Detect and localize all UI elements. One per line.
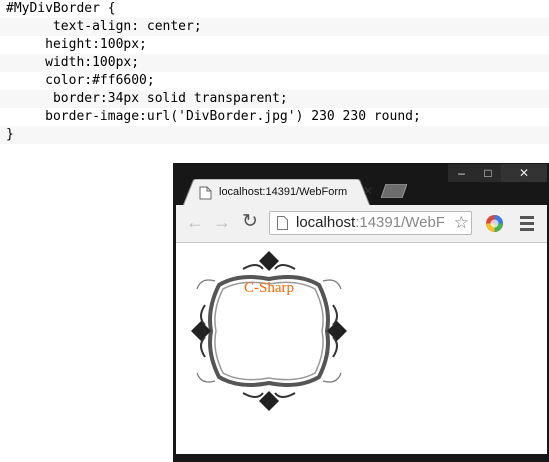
address-url[interactable]: localhost:14391/WebF (296, 214, 444, 231)
tab-close-icon[interactable]: ✕ (363, 184, 373, 198)
bookmark-star-icon[interactable]: ☆ (454, 213, 469, 233)
page-icon (277, 216, 288, 230)
url-path: :14391/WebF (355, 214, 444, 231)
address-bar[interactable]: localhost:14391/WebF ☆ (269, 211, 472, 235)
back-arrow-icon[interactable]: ← (186, 213, 204, 231)
browser-window: ‒ □ ✕ localhost:14391/WebForm ✕ ← → ↻ lo… (173, 163, 549, 462)
code-line: border:34px solid transparent; (0, 90, 549, 108)
page-viewport: C-Sharp (176, 243, 547, 454)
decorative-bordered-div: C-Sharp (187, 247, 351, 415)
reload-icon[interactable]: ↻ (242, 212, 258, 231)
extension-icon[interactable] (485, 214, 504, 233)
code-line: height:100px; (6, 37, 147, 52)
code-line: color:#ff6600; (6, 73, 155, 88)
forward-arrow-icon[interactable]: → (213, 213, 231, 231)
ornamental-border-image (191, 251, 347, 411)
code-line: } (0, 126, 549, 144)
code-line: #MyDivBorder { (6, 1, 116, 16)
browser-tab[interactable]: localhost:14391/WebForm ✕ (183, 179, 373, 206)
close-window-button[interactable]: ✕ (501, 164, 547, 182)
minimize-button[interactable]: ‒ (448, 164, 475, 182)
code-line: text-align: center; (0, 18, 549, 36)
url-host: localhost (296, 214, 356, 231)
maximize-button[interactable]: □ (475, 164, 501, 182)
page-favicon-icon (199, 186, 212, 200)
browser-toolbar: ← → ↻ localhost:14391/WebF ☆ (176, 205, 547, 243)
tab-title: localhost:14391/WebForm (219, 186, 348, 198)
new-tab-button[interactable] (381, 184, 407, 198)
code-line: border-image:url('DivBorder.jpg') 230 23… (6, 109, 421, 124)
code-line: width:100px; (0, 54, 549, 72)
div-text: C-Sharp (244, 280, 294, 296)
menu-hamburger-icon[interactable] (520, 216, 534, 234)
